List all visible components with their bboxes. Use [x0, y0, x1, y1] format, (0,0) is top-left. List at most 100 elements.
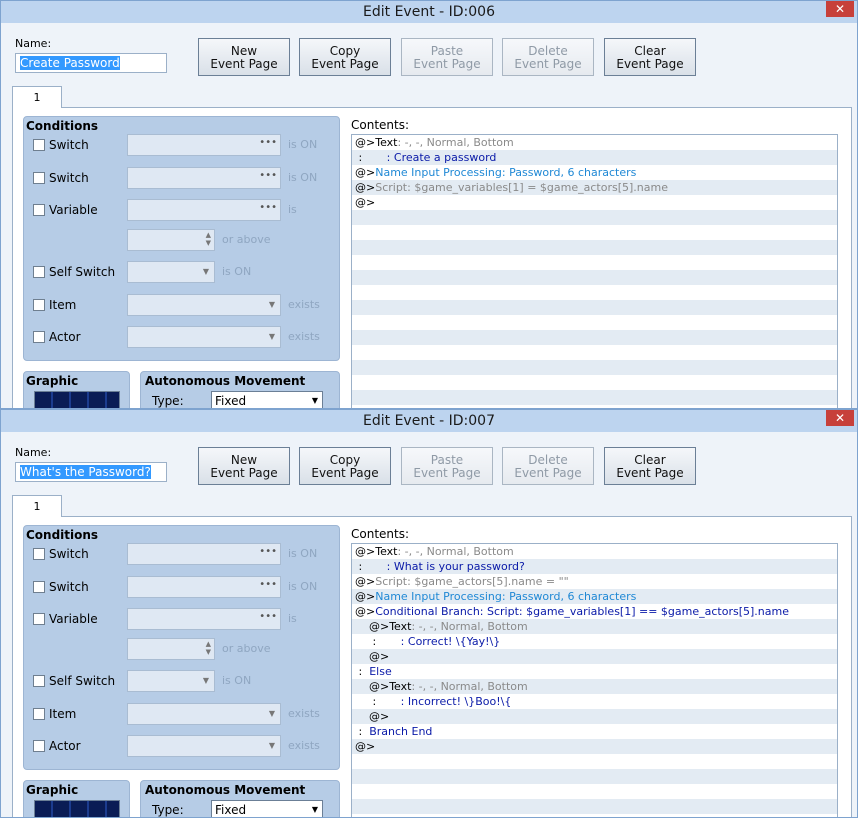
- copy-event-page-button[interactable]: Copy Event Page: [299, 38, 391, 76]
- command-line[interactable]: : Branch End: [352, 724, 837, 739]
- command-line[interactable]: @>: [352, 649, 837, 664]
- switch1-label: Switch: [49, 138, 89, 152]
- button-line-1: Paste: [430, 44, 464, 58]
- command-text: : -, -, Normal, Bottom: [411, 680, 528, 693]
- type-label: Type:: [152, 803, 184, 817]
- close-button[interactable]: ✕: [826, 1, 854, 17]
- window-titlebar[interactable]: Edit Event - ID:007: [1, 410, 857, 432]
- command-text: @>: [355, 605, 376, 618]
- command-text: Text: [389, 620, 412, 633]
- item-checkbox[interactable]: [33, 708, 45, 720]
- command-text: Script: $game_variables[1] = $game_actor…: [375, 181, 668, 194]
- self-switch-checkbox[interactable]: [33, 266, 45, 278]
- button-line-2: Event Page: [616, 57, 684, 71]
- self-switch-label: Self Switch: [49, 265, 116, 279]
- command-line[interactable]: @>Text: -, -, Normal, Bottom: [352, 135, 837, 150]
- event-name-input[interactable]: Create Password: [15, 53, 167, 73]
- switch1-suffix: is ON: [288, 547, 318, 560]
- clear-event-page-button[interactable]: Clear Event Page: [604, 447, 696, 485]
- window-title: Edit Event - ID:006: [363, 4, 495, 20]
- switch2-checkbox[interactable]: [33, 581, 45, 593]
- variable-value-spinner[interactable]: ▲ ▼: [127, 229, 215, 251]
- command-line[interactable]: @>Name Input Processing: Password, 6 cha…: [352, 589, 837, 604]
- command-line[interactable]: : : Create a password: [352, 150, 837, 165]
- switch2-checkbox[interactable]: [33, 172, 45, 184]
- switch1-checkbox[interactable]: [33, 548, 45, 560]
- event-name-input[interactable]: What's the Password?: [15, 462, 167, 482]
- switch1-checkbox[interactable]: [33, 139, 45, 151]
- autonomous-movement-title: Autonomous Movement: [145, 374, 306, 388]
- command-line[interactable]: @>Script: $game_actors[5].name = "": [352, 574, 837, 589]
- item-select[interactable]: ▼: [127, 294, 281, 316]
- command-line[interactable]: @>Text: -, -, Normal, Bottom: [352, 679, 837, 694]
- command-line[interactable]: : : Correct! \{Yay!\}: [352, 634, 837, 649]
- ellipsis-icon: •••: [259, 546, 277, 557]
- window-title: Edit Event - ID:007: [363, 413, 495, 429]
- close-icon: ✕: [834, 411, 846, 425]
- command-text: @>: [355, 680, 390, 693]
- dropdown-arrow-icon: ▼: [311, 805, 318, 814]
- movement-type-select[interactable]: Fixed ▼: [211, 391, 323, 408]
- graphic-preview[interactable]: [34, 800, 120, 817]
- self-switch-select[interactable]: ▼: [127, 670, 215, 692]
- switch2-field[interactable]: •••: [127, 576, 281, 598]
- actor-checkbox[interactable]: [33, 740, 45, 752]
- switch2-field[interactable]: •••: [127, 167, 281, 189]
- window-titlebar[interactable]: Edit Event - ID:006: [1, 1, 857, 23]
- actor-select[interactable]: ▼: [127, 326, 281, 348]
- actor-suffix: exists: [288, 739, 320, 752]
- command-text: Else: [369, 665, 392, 678]
- paste-event-page-button[interactable]: Paste Event Page: [401, 447, 493, 485]
- variable-suffix: is: [288, 612, 297, 625]
- button-line-2: Event Page: [514, 57, 582, 71]
- self-switch-checkbox[interactable]: [33, 675, 45, 687]
- command-line[interactable]: @>: [352, 739, 837, 754]
- variable-checkbox[interactable]: [33, 613, 45, 625]
- movement-type-select[interactable]: Fixed ▼: [211, 800, 323, 817]
- delete-event-page-button[interactable]: Delete Event Page: [502, 447, 594, 485]
- clear-event-page-button[interactable]: Clear Event Page: [604, 38, 696, 76]
- command-line[interactable]: @>Conditional Branch: Script: $game_vari…: [352, 604, 837, 619]
- command-line[interactable]: @>: [352, 709, 837, 724]
- or-above-label: or above: [222, 642, 271, 655]
- actor-select[interactable]: ▼: [127, 735, 281, 757]
- button-line-1: Clear: [634, 44, 666, 58]
- spin-arrows-icon: ▲ ▼: [205, 640, 211, 656]
- self-switch-select[interactable]: ▼: [127, 261, 215, 283]
- command-line[interactable]: : : What is your password?: [352, 559, 837, 574]
- close-icon: ✕: [834, 2, 846, 16]
- close-button[interactable]: ✕: [826, 410, 854, 426]
- command-line[interactable]: @>Text: -, -, Normal, Bottom: [352, 619, 837, 634]
- variable-field[interactable]: •••: [127, 608, 281, 630]
- tab-page-1[interactable]: 1: [12, 495, 62, 517]
- command-line[interactable]: : Else: [352, 664, 837, 679]
- delete-event-page-button[interactable]: Delete Event Page: [502, 38, 594, 76]
- command-line[interactable]: @>Script: $game_variables[1] = $game_act…: [352, 180, 837, 195]
- item-checkbox[interactable]: [33, 299, 45, 311]
- paste-event-page-button[interactable]: Paste Event Page: [401, 38, 493, 76]
- ellipsis-icon: •••: [259, 170, 277, 181]
- tab-page-1[interactable]: 1: [12, 86, 62, 108]
- variable-checkbox[interactable]: [33, 204, 45, 216]
- new-event-page-button[interactable]: New Event Page: [198, 38, 290, 76]
- graphic-preview[interactable]: [34, 391, 120, 408]
- ellipsis-icon: •••: [259, 202, 277, 213]
- new-event-page-button[interactable]: New Event Page: [198, 447, 290, 485]
- switch1-field[interactable]: •••: [127, 134, 281, 156]
- event-commands-list[interactable]: @>Text: -, -, Normal, Bottom : : Create …: [351, 134, 838, 408]
- copy-event-page-button[interactable]: Copy Event Page: [299, 447, 391, 485]
- command-line[interactable]: : : Incorrect! \}Boo!\{: [352, 694, 837, 709]
- event-commands-list[interactable]: @>Text: -, -, Normal, Bottom : : What is…: [351, 543, 838, 817]
- variable-field[interactable]: •••: [127, 199, 281, 221]
- command-line[interactable]: @>Name Input Processing: Password, 6 cha…: [352, 165, 837, 180]
- switch1-field[interactable]: •••: [127, 543, 281, 565]
- item-label: Item: [49, 298, 77, 312]
- item-select[interactable]: ▼: [127, 703, 281, 725]
- command-line[interactable]: @>: [352, 195, 837, 210]
- command-line[interactable]: @>Text: -, -, Normal, Bottom: [352, 544, 837, 559]
- actor-checkbox[interactable]: [33, 331, 45, 343]
- button-line-1: New: [230, 453, 258, 467]
- command-text: :: [355, 665, 370, 678]
- variable-value-spinner[interactable]: ▲ ▼: [127, 638, 215, 660]
- command-text: @>: [355, 650, 390, 663]
